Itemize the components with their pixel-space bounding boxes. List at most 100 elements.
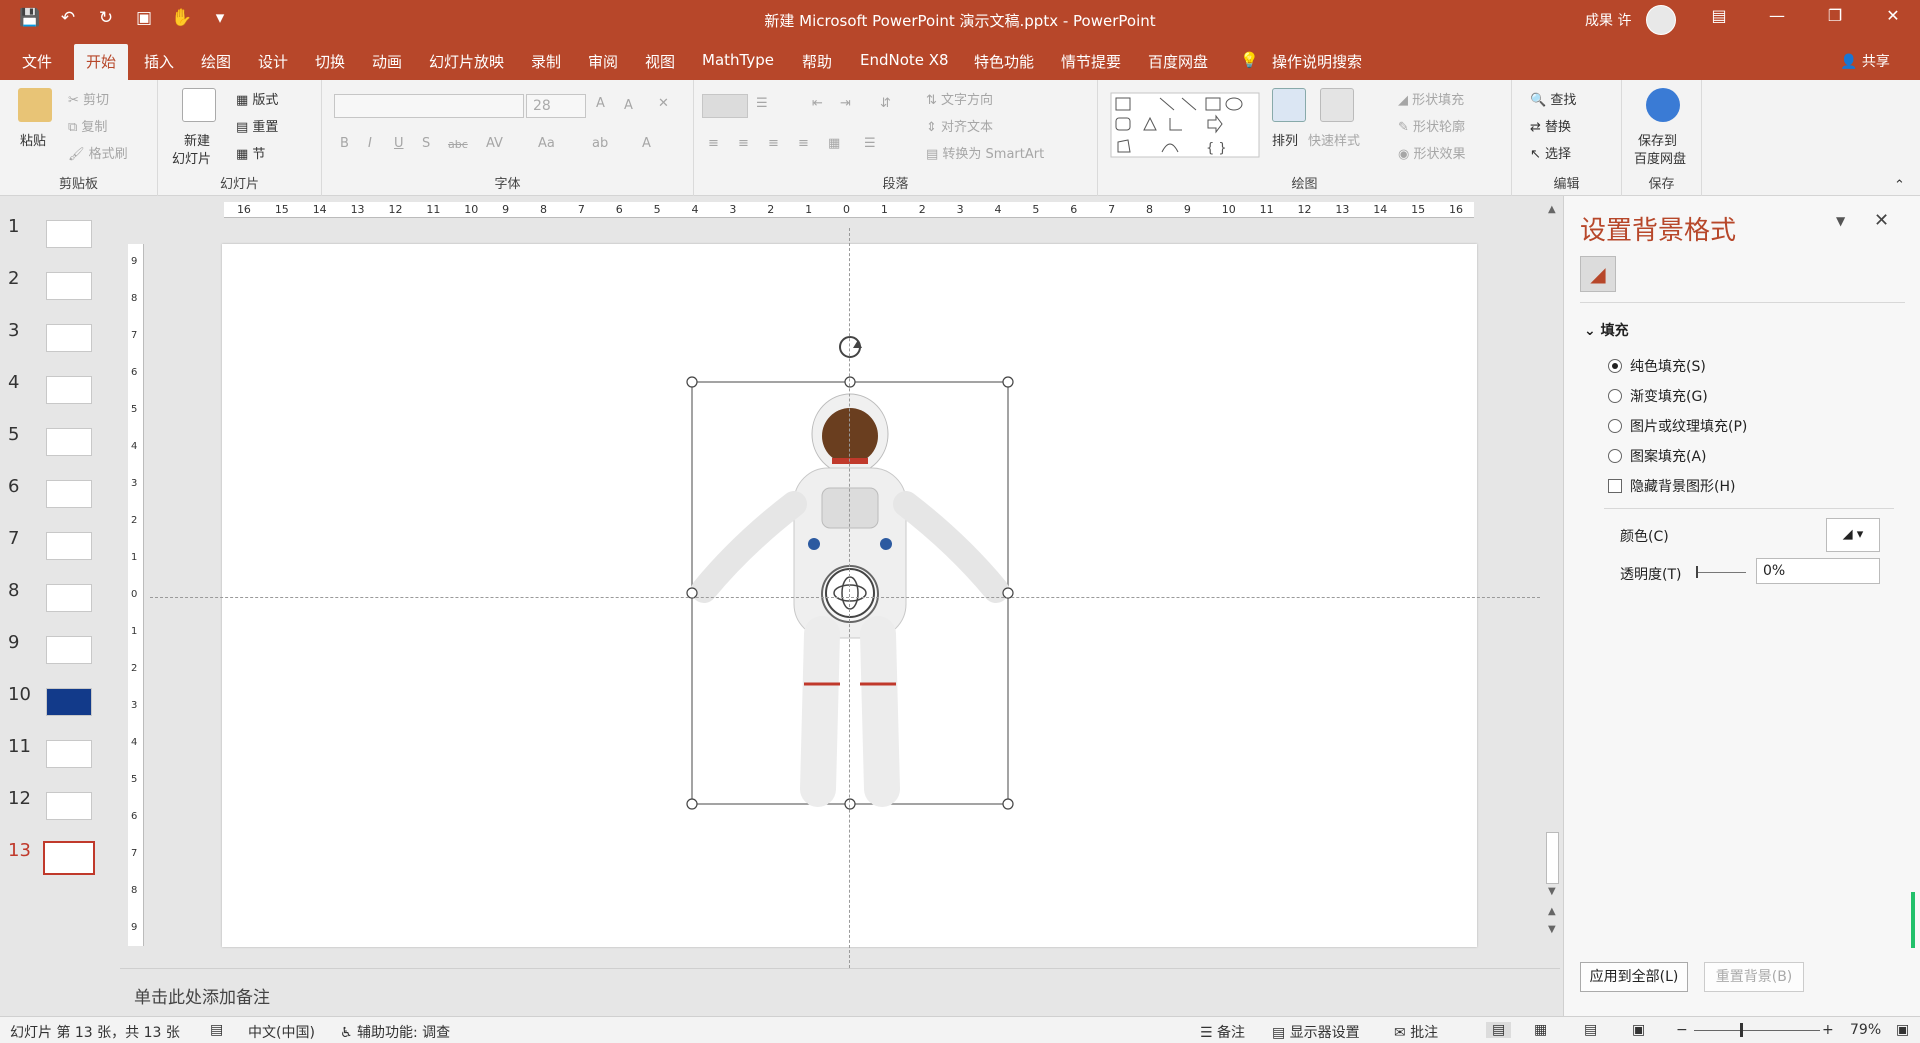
vertical-scrollbar[interactable]: ▲ ▼ ▲ ▼ [1545, 196, 1560, 968]
reset-button[interactable]: ▤ 重置 [236, 116, 278, 135]
new-slide-label[interactable]: 新建 [184, 130, 210, 149]
slide-thumbnail[interactable] [46, 220, 92, 248]
select-button[interactable]: ↖ 选择 [1530, 143, 1571, 162]
slide-thumb-6[interactable]: 6 [0, 476, 120, 520]
bold-button[interactable]: B [340, 136, 349, 151]
increase-indent-icon[interactable]: ⇥ [840, 96, 851, 111]
slide-thumbnail[interactable] [46, 740, 92, 768]
next-slide-icon[interactable]: ▼ [1548, 924, 1556, 935]
fill-icon[interactable]: ◢ [1580, 256, 1616, 292]
tell-me-search[interactable]: 操作说明搜索 [1272, 51, 1362, 72]
tab-insert[interactable]: 插入 [144, 51, 174, 72]
zoom-level[interactable]: 79% [1850, 1022, 1881, 1038]
reset-background-button[interactable]: 重置背景(B) [1704, 962, 1804, 992]
align-left-icon[interactable]: ≡ [708, 136, 719, 151]
align-text-button[interactable]: ⇕ 对齐文本 [926, 116, 993, 135]
find-button[interactable]: 🔍 查找 [1530, 89, 1576, 108]
arrange-button[interactable]: 排列 [1272, 130, 1298, 149]
radio-button[interactable] [1608, 419, 1622, 433]
slide-thumb-3[interactable]: 3 [0, 320, 120, 364]
slide-thumb-1[interactable]: 1 [0, 216, 120, 260]
change-case-button[interactable]: Aa [538, 136, 555, 151]
gradient-fill-option[interactable]: 渐变填充(G) [1608, 386, 1708, 406]
underline-button[interactable]: U [394, 136, 404, 151]
restore-icon[interactable]: ❐ [1820, 6, 1850, 25]
spellcheck-icon[interactable]: ▤ [210, 1022, 223, 1038]
tab-transitions[interactable]: 切换 [315, 51, 345, 72]
clear-format-icon[interactable]: ✕ [658, 96, 669, 111]
columns-icon[interactable]: ☰ [864, 136, 876, 151]
grow-font-button[interactable]: A [596, 96, 605, 111]
collapse-ribbon-icon[interactable]: ⌃ [1894, 178, 1905, 193]
smartart-button[interactable]: ▤ 转换为 SmartArt [926, 143, 1044, 162]
new-slide-label-2[interactable]: 幻灯片 [172, 148, 211, 167]
line-spacing-icon[interactable]: ⇵ [880, 96, 891, 111]
tab-help[interactable]: 帮助 [802, 51, 832, 72]
layout-button[interactable]: ▦ 版式 [236, 89, 278, 108]
shapes-gallery[interactable]: { } [1110, 92, 1260, 158]
radio-button[interactable] [1608, 449, 1622, 463]
tab-review[interactable]: 审阅 [588, 51, 618, 72]
slide-thumbnail[interactable] [46, 272, 92, 300]
avatar[interactable] [1646, 5, 1676, 35]
slide-thumb-4[interactable]: 4 [0, 372, 120, 416]
vertical-guide[interactable] [849, 228, 850, 968]
numbering-icon[interactable]: ☰ [756, 96, 768, 111]
close-pane-icon[interactable]: ✕ [1874, 210, 1889, 231]
format-painter-button[interactable]: 🖌 格式刷 [68, 143, 128, 162]
close-icon[interactable]: ✕ [1878, 6, 1908, 25]
slide-sorter-icon[interactable]: ▦ [1534, 1022, 1547, 1038]
font-size-combo[interactable]: 28 [526, 94, 586, 118]
notes-placeholder[interactable]: 单击此处添加备注 [134, 983, 270, 1008]
slide-thumbnail[interactable] [46, 480, 92, 508]
slideshow-icon[interactable]: ▣ [1632, 1022, 1645, 1038]
zoom-in-icon[interactable]: + [1822, 1022, 1834, 1038]
shape-outline-button[interactable]: ✎ 形状轮廓 [1398, 116, 1465, 135]
slide-thumb-13[interactable]: 13 [0, 840, 120, 884]
zoom-out-icon[interactable]: − [1676, 1022, 1688, 1038]
slide-thumbnail[interactable] [46, 324, 92, 352]
tab-slideshow[interactable]: 幻灯片放映 [429, 51, 504, 72]
bullets-button[interactable] [702, 94, 748, 118]
hide-bg-graphics-option[interactable]: 隐藏背景图形(H) [1608, 476, 1735, 496]
highlight-icon[interactable]: ab [592, 136, 608, 151]
italic-button[interactable]: I [368, 136, 372, 151]
comments-button[interactable]: ✉ 批注 [1394, 1022, 1438, 1042]
tab-draw[interactable]: 绘图 [201, 51, 231, 72]
notes-button[interactable]: ☰ 备注 [1200, 1022, 1245, 1042]
shape-fill-button[interactable]: ◢ 形状填充 [1398, 89, 1464, 108]
slide-thumbnail[interactable] [46, 792, 92, 820]
prev-slide-icon[interactable]: ▲ [1548, 906, 1556, 917]
slider-thumb[interactable] [1696, 566, 1698, 578]
paste-icon[interactable] [18, 88, 52, 122]
scroll-thumb[interactable] [1546, 832, 1559, 884]
tab-mathtype[interactable]: MathType [702, 51, 774, 69]
zoom-slider[interactable] [1694, 1030, 1820, 1031]
quick-styles-icon[interactable] [1320, 88, 1354, 122]
tab-animations[interactable]: 动画 [372, 51, 402, 72]
slide-thumbnail[interactable] [46, 532, 92, 560]
new-slide-icon[interactable] [182, 88, 216, 122]
copy-button[interactable]: ⧉ 复制 [68, 116, 107, 135]
rotate-handle-icon[interactable] [839, 336, 862, 358]
horizontal-guide[interactable] [150, 597, 1540, 598]
align-center-icon[interactable]: ≡ [738, 136, 749, 151]
slide-counter[interactable]: 幻灯片 第 13 张，共 13 张 [10, 1022, 180, 1042]
shape-effects-button[interactable]: ◉ 形状效果 [1398, 143, 1466, 162]
apply-all-button[interactable]: 应用到全部(L) [1580, 962, 1688, 992]
strikethrough-button[interactable]: abc [448, 138, 468, 151]
normal-view-icon[interactable]: ▤ [1486, 1022, 1512, 1038]
slide-thumb-2[interactable]: 2 [0, 268, 120, 312]
3d-rotate-icon[interactable] [825, 568, 875, 618]
tab-record[interactable]: 录制 [531, 51, 561, 72]
pane-options-icon[interactable]: ▼ [1836, 214, 1845, 228]
justify-icon[interactable]: ≡ [798, 136, 809, 151]
share-button[interactable]: 👤 共享 [1840, 51, 1890, 71]
tab-home[interactable]: 开始 [74, 44, 129, 80]
slide-thumbnail[interactable] [46, 688, 92, 716]
picture-fill-option[interactable]: 图片或纹理填充(P) [1608, 416, 1747, 436]
slide-thumbnail[interactable] [46, 376, 92, 404]
decrease-indent-icon[interactable]: ⇤ [812, 96, 823, 111]
reading-view-icon[interactable]: ▤ [1584, 1022, 1597, 1038]
tab-baidu[interactable]: 百度网盘 [1148, 51, 1208, 72]
